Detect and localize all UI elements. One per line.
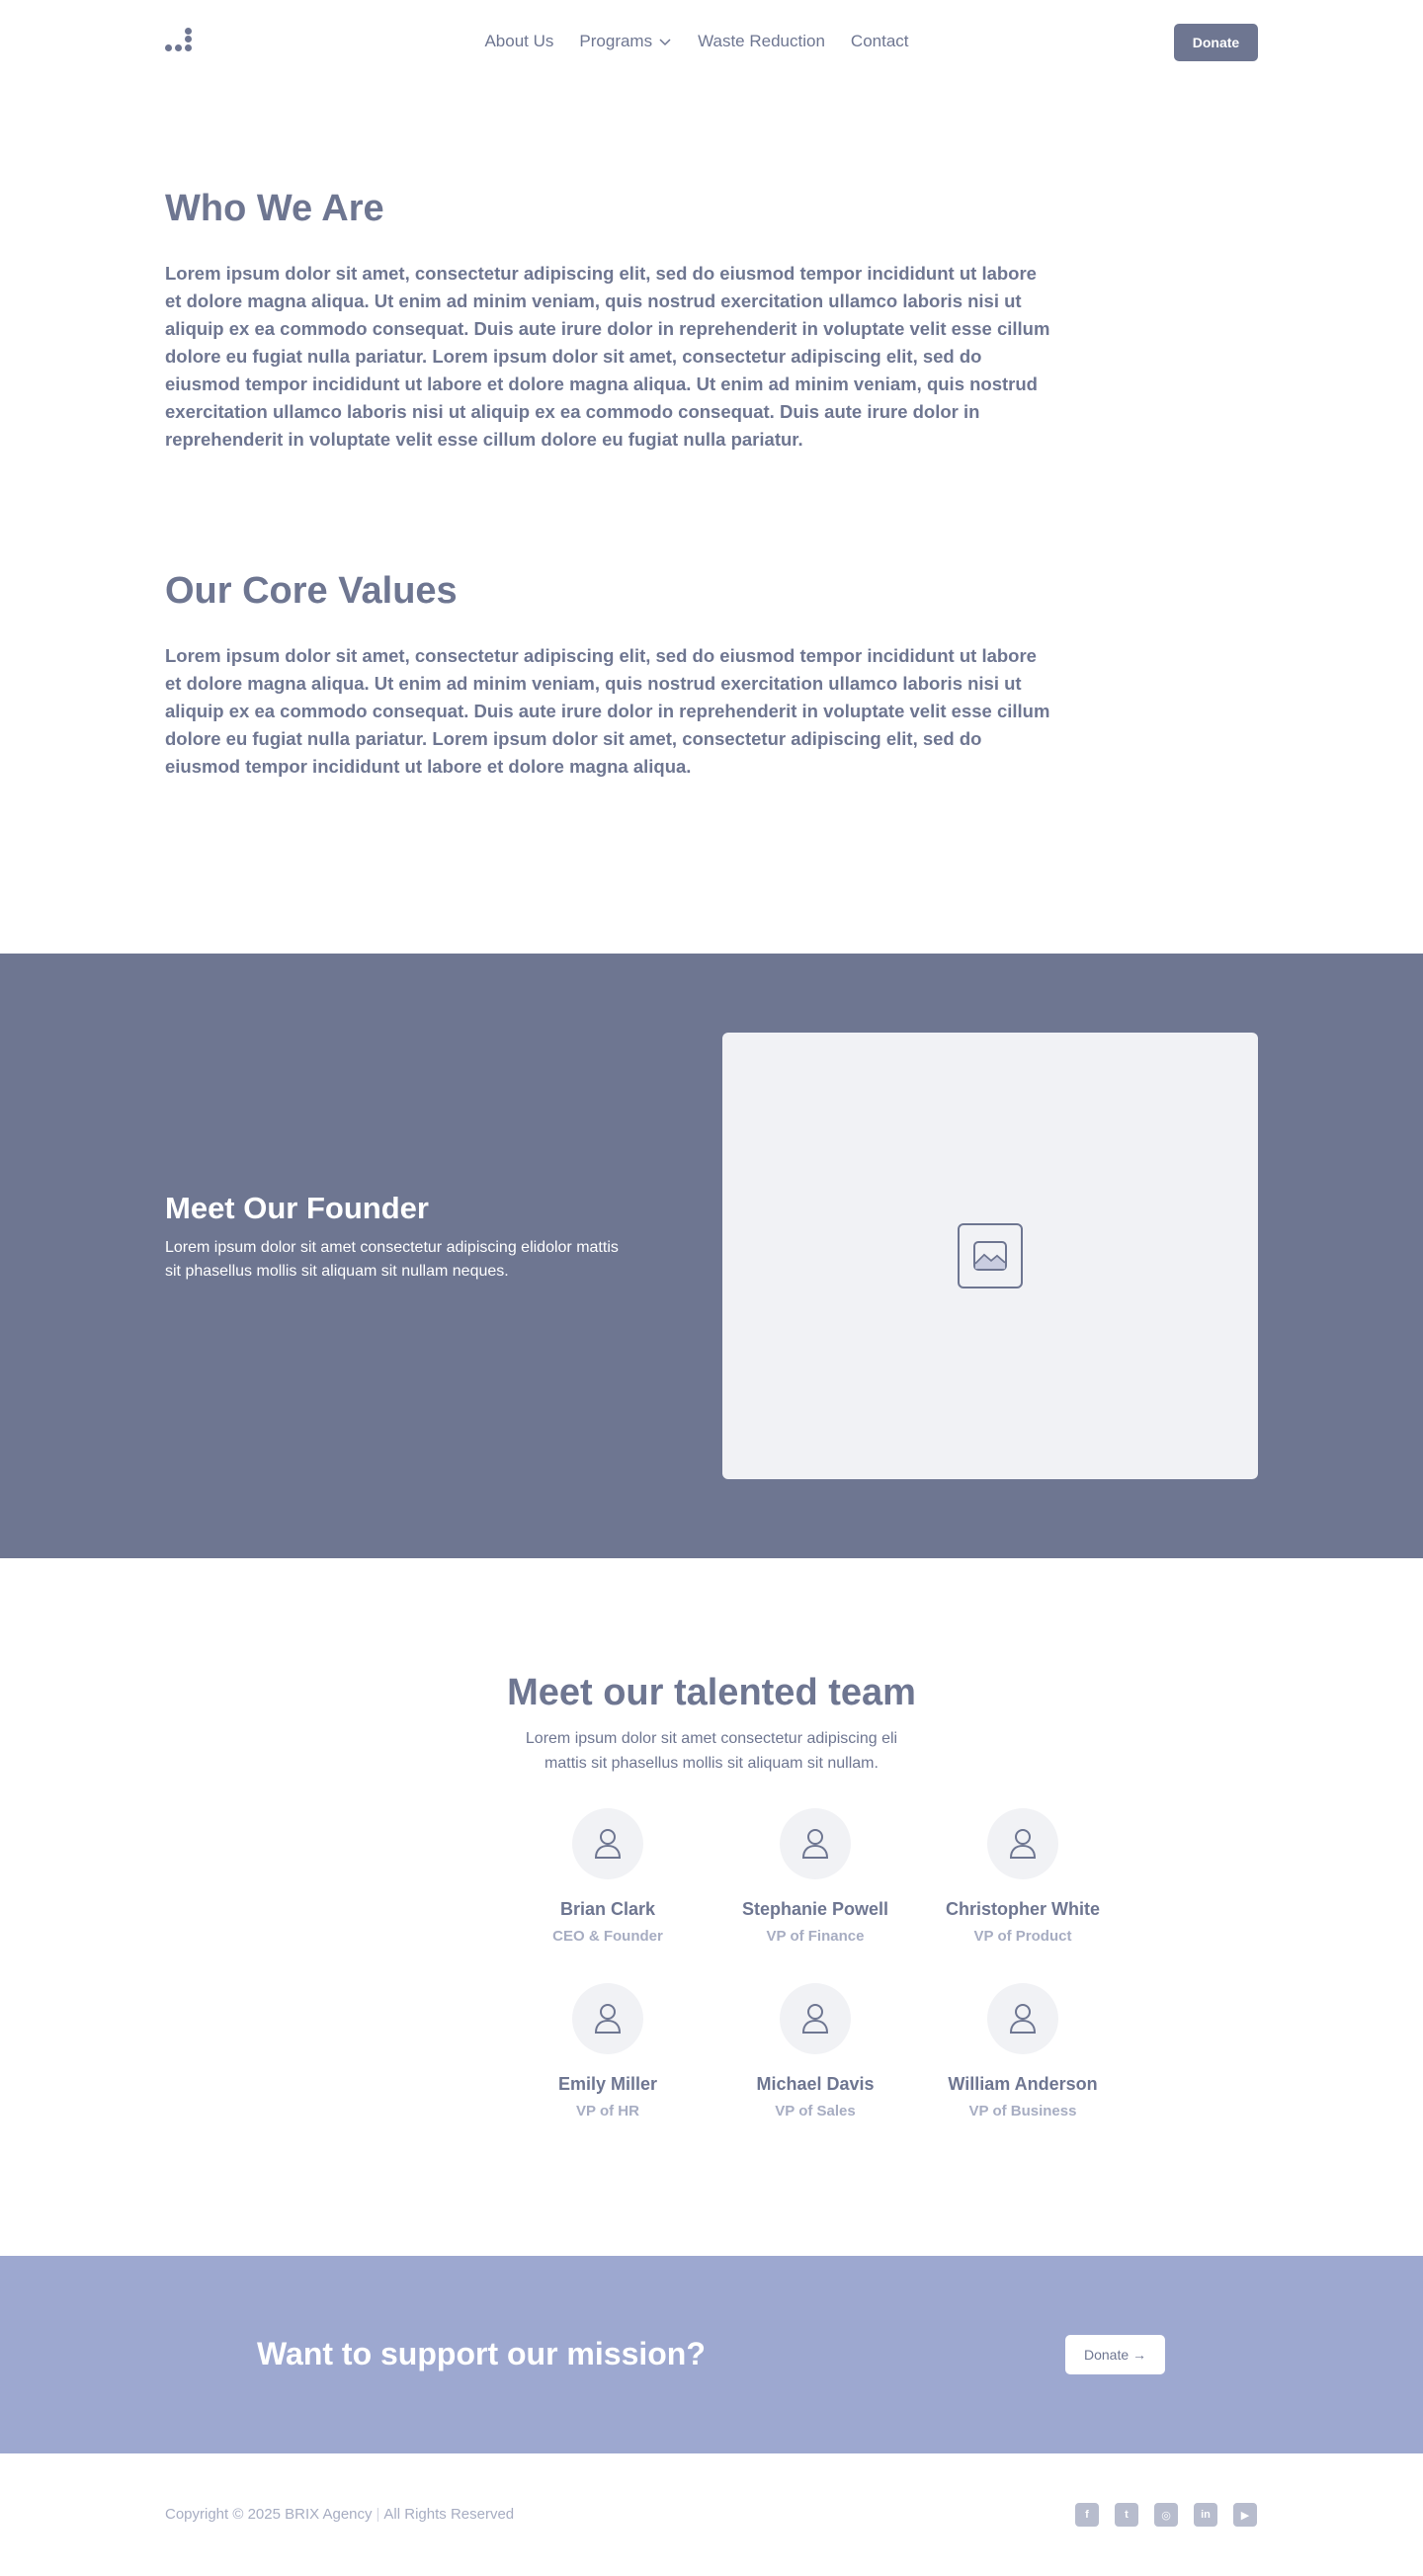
nav-link-label: About Us — [484, 32, 554, 50]
who-we-are-section: Who We Are Lorem ipsum dolor sit amet, c… — [165, 188, 1054, 454]
cta-donate-button[interactable]: Donate → — [1065, 2335, 1165, 2374]
team-member-card: Christopher White VP of Product — [919, 1808, 1127, 1945]
member-name: Brian Clark — [559, 1899, 656, 1919]
facebook-icon[interactable]: f — [1075, 2503, 1099, 2527]
youtube-icon[interactable]: ▶ — [1233, 2503, 1257, 2527]
member-name: William Anderson — [948, 2074, 1098, 2094]
founder-text: Meet Our Founder Lorem ipsum dolor sit a… — [165, 1191, 629, 1284]
nav-link-label: Waste Reduction — [698, 32, 825, 50]
founder-body: Lorem ipsum dolor sit amet consectetur a… — [165, 1239, 619, 1280]
member-role: VP of Finance — [766, 1928, 865, 1945]
cta-title: Want to support our mission? — [257, 2336, 706, 2371]
member-role: VP of Product — [973, 1928, 1072, 1945]
copyright: Copyright © 2025 BRIX Agency | All Rights … — [165, 2506, 515, 2523]
member-name: Michael Davis — [756, 2074, 875, 2094]
avatar — [987, 1983, 1058, 2054]
member-role: VP of HR — [576, 2103, 639, 2119]
member-role: VP of Business — [968, 2103, 1077, 2119]
user-icon — [801, 1829, 829, 1859]
nav-link-label: Contact — [850, 32, 909, 50]
avatar — [987, 1808, 1058, 1879]
avatar — [572, 1808, 643, 1879]
footer: Copyright © 2025 BRIX Agency | All Rights … — [0, 2453, 1423, 2576]
team-subtitle: Lorem ipsum dolor sit amet consectetur a… — [525, 1730, 898, 1772]
image-icon — [958, 1223, 1023, 1288]
core-values-body: Lorem ipsum dolor sit amet, consectetur … — [165, 645, 1050, 777]
avatar — [572, 1983, 643, 2054]
founder-section: Meet Our Founder Lorem ipsum dolor sit a… — [0, 954, 1423, 1558]
core-values-section: Our Core Values Lorem ipsum dolor sit am… — [165, 570, 1054, 781]
user-icon — [1009, 1829, 1037, 1859]
team-member-card: William Anderson VP of Business — [919, 1983, 1127, 2119]
team-member-card: Stephanie Powell VP of Finance — [712, 1808, 919, 1945]
avatar — [780, 1983, 851, 2054]
user-icon — [1009, 2004, 1037, 2034]
team-member-card: Brian Clark CEO & Founder — [504, 1808, 712, 1945]
core-values-title: Our Core Values — [165, 570, 458, 612]
nav-link-contact[interactable]: Contact — [851, 32, 909, 51]
user-icon — [594, 2004, 622, 2034]
founder-image-placeholder — [722, 1033, 1258, 1479]
who-we-are-body: Lorem ipsum dolor sit amet, consectetur … — [165, 263, 1050, 450]
team-member-card: Michael Davis VP of Sales — [712, 1983, 919, 2119]
member-name: Stephanie Powell — [741, 1899, 889, 1919]
rights-text: All Rights Reserved — [383, 2506, 515, 2523]
member-name: Christopher White — [946, 1899, 1100, 1919]
team-member-card: Emily Miller VP of HR — [504, 1983, 712, 2119]
founder-title: Meet Our Founder — [165, 1191, 429, 1225]
nav-link-waste-reduction[interactable]: Waste Reduction — [698, 32, 825, 51]
member-role: VP of Sales — [775, 2103, 856, 2119]
nav-link-label: Programs — [579, 32, 653, 50]
donate-button[interactable]: Donate — [1174, 24, 1258, 61]
team-title: Meet our talented team — [507, 1672, 916, 1713]
nav-link-programs[interactable]: Programs — [579, 32, 672, 51]
user-icon — [801, 2004, 829, 2034]
cta-section: Want to support our mission? Donate → — [0, 2256, 1423, 2453]
who-we-are-title: Who We Are — [165, 188, 384, 229]
navbar: About Us Programs Waste Reduction Contac… — [0, 0, 1423, 85]
member-name: Emily Miller — [557, 2074, 658, 2094]
chevron-down-icon — [659, 39, 671, 46]
nav-link-about[interactable]: About Us — [484, 32, 553, 51]
member-role: CEO & Founder — [552, 1928, 663, 1945]
instagram-icon[interactable]: ◎ — [1154, 2503, 1178, 2527]
social-links: f t ◎ in ▶ — [1075, 2503, 1257, 2527]
linkedin-icon[interactable]: in — [1194, 2503, 1217, 2527]
twitter-icon[interactable]: t — [1115, 2503, 1138, 2527]
user-icon — [594, 1829, 622, 1859]
avatar — [780, 1808, 851, 1879]
copyright-text: Copyright © 2025 BRIX Agency — [165, 2506, 373, 2523]
team-section: Meet our talented team Lorem ipsum dolor… — [0, 1558, 1423, 2256]
